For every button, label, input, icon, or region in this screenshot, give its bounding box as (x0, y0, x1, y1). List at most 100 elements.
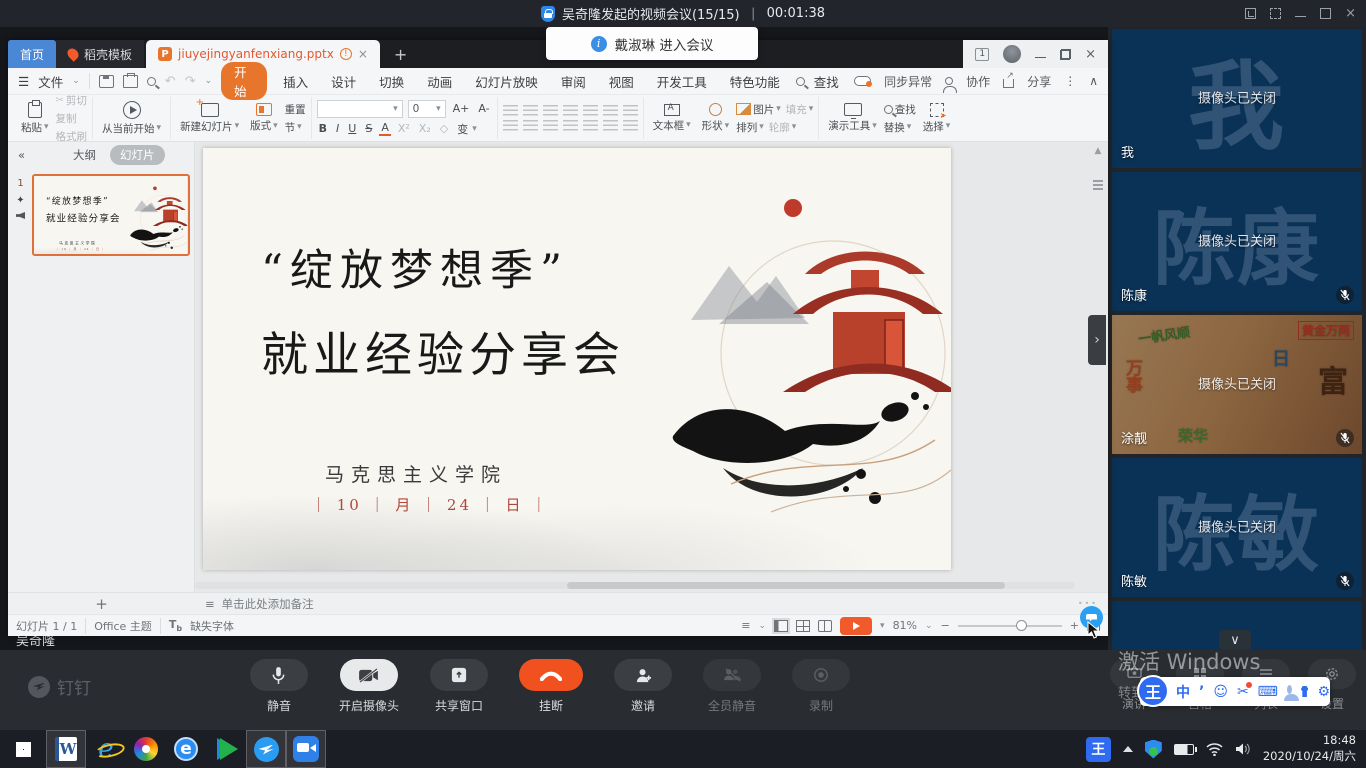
popout-icon[interactable] (1245, 8, 1256, 19)
normal-view-button[interactable] (774, 620, 788, 632)
wifi-icon[interactable] (1206, 742, 1223, 756)
participant-tile-chenkang[interactable]: 陈康 摄像头已关闭 陈康 (1112, 172, 1362, 311)
slide-date[interactable]: ｜ 10 ｜ 月 ｜ 24 ｜ 日 ｜ (311, 494, 549, 515)
record-button[interactable]: 录制 (792, 659, 850, 714)
zoom-slider-knob[interactable] (1016, 620, 1027, 631)
ime-logo-icon[interactable]: 王 (1137, 675, 1169, 707)
tab-templates[interactable]: 稻壳模板 (56, 40, 144, 68)
tab-home[interactable]: 首页 (8, 40, 56, 68)
mute-button[interactable]: 静音 (250, 659, 308, 714)
sync-error-icon[interactable] (854, 76, 871, 86)
minimize-icon[interactable] (1295, 8, 1306, 19)
section-button[interactable]: 节▾ (285, 120, 306, 135)
replace-button[interactable]: 替换▾ (884, 120, 916, 135)
account-avatar[interactable] (1003, 45, 1021, 63)
collapse-ribbon-icon[interactable]: ∧ (1089, 74, 1098, 88)
menu-review[interactable]: 审阅 (554, 70, 593, 93)
zoom-in-button[interactable]: + (1070, 619, 1079, 632)
new-slide-button[interactable]: 新建幻灯片▾ (176, 103, 243, 134)
ime-account-icon[interactable] (1287, 685, 1292, 694)
theme-name[interactable]: Office 主题 (94, 618, 152, 634)
menu-insert[interactable]: 插入 (276, 70, 315, 93)
tab-outline[interactable]: 大纲 (73, 147, 96, 163)
select-button[interactable]: 选择▾ (919, 103, 955, 134)
tab-slides[interactable]: 幻灯片 (110, 145, 165, 165)
distribute-button[interactable] (583, 120, 598, 132)
slideshow-button[interactable] (840, 617, 872, 635)
share-button[interactable]: 分享 (1027, 73, 1051, 90)
text-direction-button[interactable] (603, 105, 618, 117)
share-icon[interactable] (1003, 79, 1014, 88)
taskbar-word[interactable]: W (46, 730, 86, 768)
subscript-button[interactable]: X₂ (417, 122, 433, 135)
line-spacing-button[interactable] (583, 105, 598, 117)
align-left-button[interactable] (503, 120, 518, 132)
maximize-icon[interactable] (1320, 8, 1331, 19)
panel-collapse-icon[interactable]: « (18, 148, 25, 162)
start-button[interactable] (0, 730, 46, 768)
ime-mode-chinese[interactable]: 中 (1176, 682, 1190, 702)
new-tab-button[interactable]: + (380, 40, 421, 68)
collapse-videos-button[interactable]: ∨ (1219, 630, 1251, 650)
menu-slideshow[interactable]: 幻灯片放映 (468, 70, 545, 93)
wps-restore-icon[interactable] (1060, 49, 1071, 60)
editing-canvas[interactable]: “绽放梦想季” 就业经验分享会 马克思主义学院 ｜ 10 ｜ 月 ｜ 24 ｜ … (195, 142, 1108, 592)
menu-transition[interactable]: 切换 (372, 70, 411, 93)
menu-animation[interactable]: 动画 (420, 70, 459, 93)
taskbar-meeting[interactable] (286, 730, 326, 768)
decrease-font-button[interactable]: A- (476, 102, 491, 115)
participant-tile-chenmin[interactable]: 陈敏 摄像头已关闭 陈敏 (1112, 458, 1362, 597)
taskbar-pinwheel-browser[interactable] (126, 730, 166, 768)
underline-button[interactable]: U (346, 122, 358, 135)
missing-font-label[interactable]: 缺失字体 (190, 618, 234, 634)
adjust-icon[interactable] (1093, 180, 1103, 182)
menu-start[interactable]: 开始 (221, 62, 267, 100)
scrollbar-thumb[interactable] (567, 582, 1005, 589)
hangup-button[interactable]: 挂断 (519, 659, 583, 714)
close-icon[interactable]: × (1345, 8, 1356, 19)
arrange-button[interactable]: 排列▾ (736, 120, 764, 135)
font-color-button[interactable]: A (379, 121, 391, 136)
paragraph-settings-button[interactable] (623, 120, 638, 132)
print-preview-button[interactable] (147, 77, 156, 86)
slide-1[interactable]: “绽放梦想季” 就业经验分享会 马克思主义学院 ｜ 10 ｜ 月 ｜ 24 ｜ … (203, 148, 951, 570)
hamburger-icon[interactable]: ☰ (18, 74, 29, 89)
speaker-icon[interactable] (1235, 742, 1251, 756)
ime-skin-icon[interactable] (1301, 686, 1309, 697)
tray-expand-icon[interactable] (1123, 746, 1133, 752)
menu-design[interactable]: 设计 (324, 70, 363, 93)
taskbar-ie[interactable]: e (86, 730, 126, 768)
columns-button[interactable] (603, 120, 618, 132)
italic-button[interactable]: I (334, 122, 341, 135)
tray-ime-icon[interactable]: 王 (1086, 737, 1111, 762)
participant-tile-tujing[interactable]: 黄金万两 一帆风顺 万事 荣华 富 日 摄像头已关闭 涂靓 (1112, 315, 1362, 454)
zoom-slider[interactable] (958, 625, 1062, 627)
copy-button[interactable]: 复制 (56, 111, 88, 126)
mute-all-button[interactable]: 全员静音 (703, 659, 761, 714)
camera-button[interactable]: 开启摄像头 (339, 659, 399, 714)
slide-thumbnail[interactable]: “绽放梦想季”就业经验分享会 马克思主义学院 ｜ 10 ｜ 月 ｜ 24 ｜ 日… (32, 174, 190, 256)
numbered-list-button[interactable] (523, 105, 538, 117)
print-button[interactable] (123, 75, 138, 88)
notes-placeholder[interactable]: 单击此处添加备注 (222, 596, 314, 612)
tab-document[interactable]: P jiuyejingyanfenxiang.pptx ! × (146, 40, 380, 68)
quickbar-caret-icon[interactable]: ⌄ (205, 76, 213, 86)
taskbar-browser[interactable]: e (166, 730, 206, 768)
scroll-up-icon[interactable]: ▲ (1095, 146, 1102, 156)
window-count-badge[interactable]: 1 (975, 48, 989, 61)
clear-format-button[interactable]: ◇ (438, 122, 450, 135)
participant-tile-me[interactable]: 我 摄像头已关闭 我 (1112, 29, 1362, 168)
taskbar-tencent-video[interactable] (206, 730, 246, 768)
tray-antivirus-icon[interactable] (1145, 740, 1162, 759)
taskbar-dingtalk[interactable] (246, 730, 286, 768)
ime-settings-icon[interactable]: ⚙ (1317, 684, 1330, 700)
undo-button[interactable]: ↶ (165, 74, 176, 89)
more-icon[interactable]: ⋮ (1064, 74, 1076, 88)
decrease-indent-button[interactable] (543, 105, 558, 117)
zoom-level[interactable]: 81% (893, 619, 917, 632)
wps-close-icon[interactable]: × (1085, 49, 1096, 60)
horizontal-scrollbar[interactable] (195, 582, 1075, 589)
find-icon[interactable] (796, 77, 805, 86)
increase-indent-button[interactable] (563, 105, 578, 117)
reset-button[interactable]: 重置 (285, 102, 306, 117)
